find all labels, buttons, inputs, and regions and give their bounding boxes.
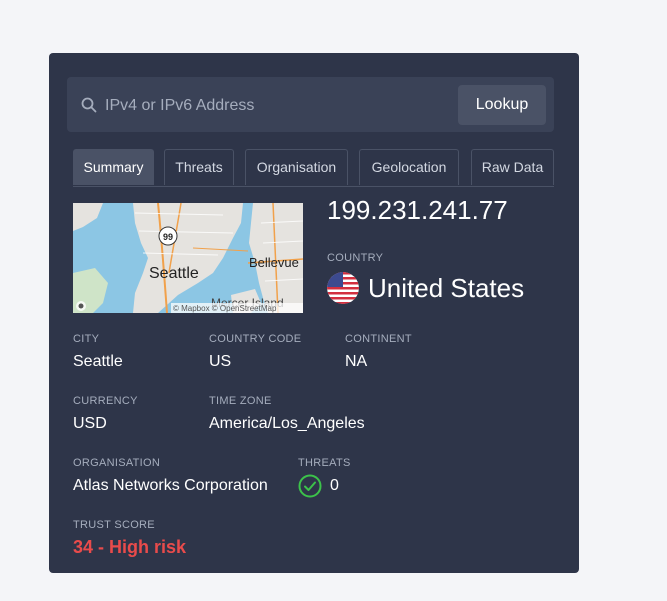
ip-address: 199.231.241.77 [327,195,508,225]
map-image: 99 Seattle Bellevue Mercer Island © Mapb… [73,203,303,313]
search-icon [81,97,97,113]
trust-score-label: TRUST SCORE [73,519,155,531]
highway-99-label: 99 [163,232,173,242]
threats-label: THREATS [298,457,351,469]
organisation-label: ORGANISATION [73,457,161,469]
location-map[interactable]: 99 Seattle Bellevue Mercer Island © Mapb… [73,203,303,313]
map-city-label: Seattle [149,265,199,282]
lookup-button[interactable]: Lookup [458,85,546,125]
city-value: Seattle [73,353,123,370]
map-attribution: © Mapbox © OpenStreetMap [173,304,277,313]
country-row: United States [327,271,524,305]
country-code-label: COUNTRY CODE [209,333,302,345]
tab-threats[interactable]: Threats [164,149,234,185]
country-label: COUNTRY [327,252,384,264]
continent-label: CONTINENT [345,333,412,345]
map-bellevue-label: Bellevue [249,255,299,270]
tab-organisation[interactable]: Organisation [245,149,348,185]
check-circle-icon [298,474,322,498]
threats-row: 0 [298,474,339,498]
mapbox-logo-center [78,303,84,309]
search-bar: Lookup [67,77,554,132]
country-value: United States [368,272,525,303]
timezone-value: America/Los_Angeles [209,415,365,432]
ip-address-input[interactable] [103,91,447,121]
country-code-value: US [209,353,232,370]
tab-geolocation[interactable]: Geolocation [359,149,459,185]
currency-label: CURRENCY [73,395,138,407]
tab-raw-data[interactable]: Raw Data [471,149,554,185]
ip-lookup-card: Lookup Summary Threats Organisation Geol… [49,53,579,573]
us-flag-icon [327,272,359,304]
currency-value: USD [73,415,107,432]
tab-summary[interactable]: Summary [73,149,154,185]
timezone-label: TIME ZONE [209,395,272,407]
threats-value: 0 [330,477,339,494]
tab-bar: Summary Threats Organisation Geolocation… [73,149,554,187]
city-label: CITY [73,333,100,345]
organisation-value: Atlas Networks Corporation [73,477,268,494]
continent-value: NA [345,353,368,370]
trust-score-value: 34 - High risk [73,537,187,557]
